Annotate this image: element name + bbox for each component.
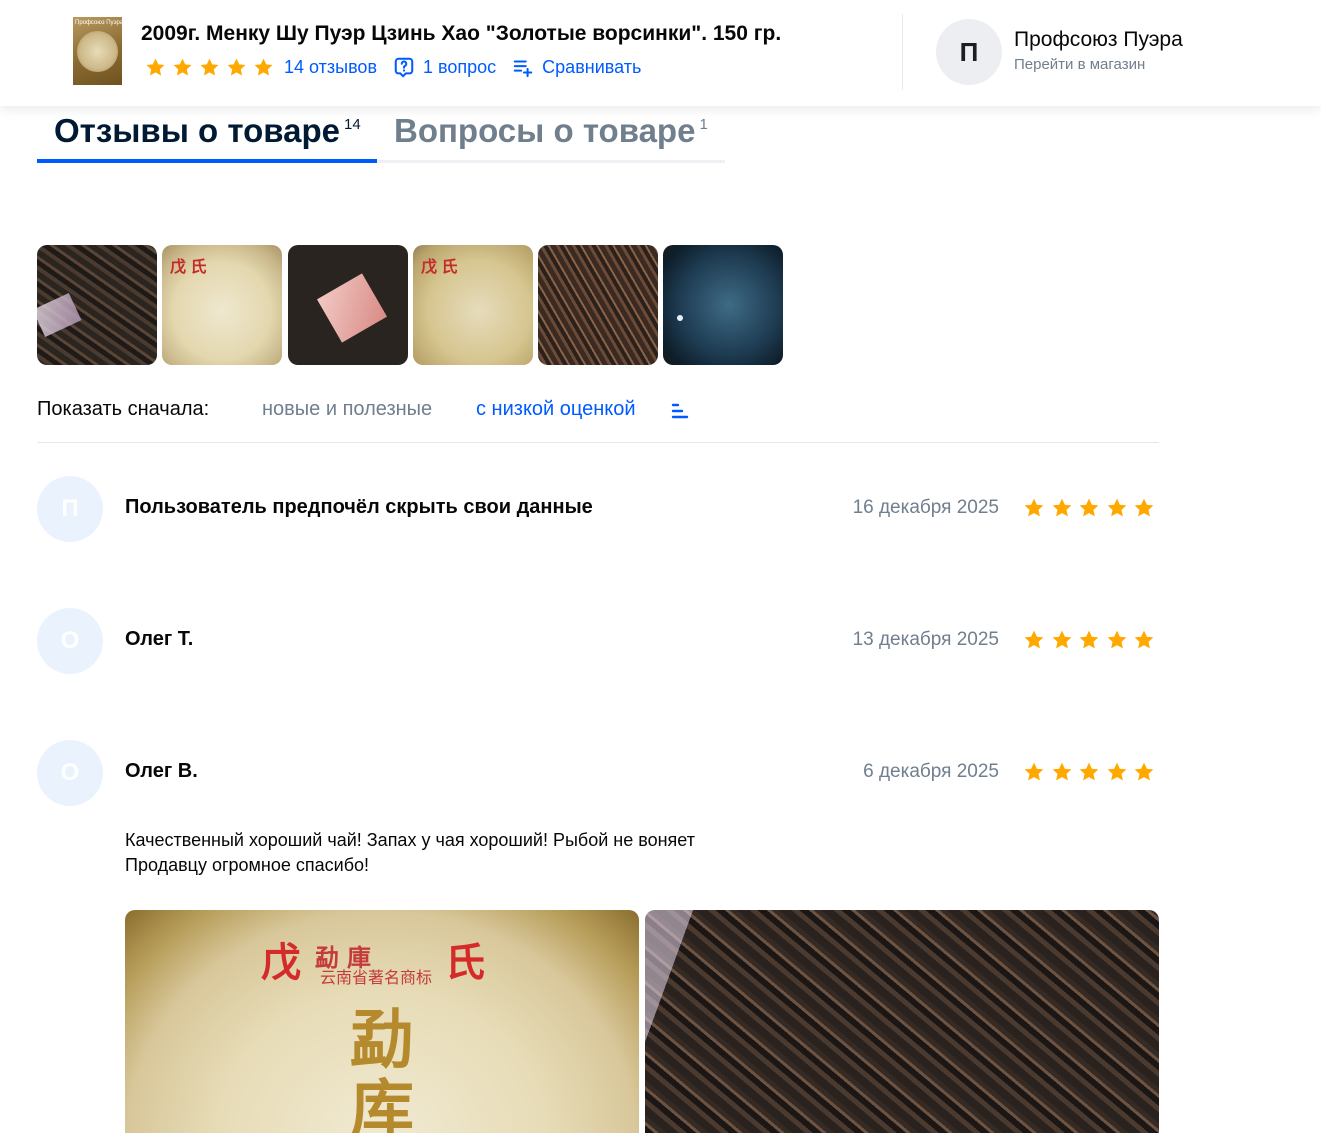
photo-label: 戊 氏 bbox=[170, 259, 207, 276]
question-icon bbox=[393, 56, 415, 78]
review-photo-thumbnail[interactable] bbox=[288, 245, 408, 365]
reviewer-name[interactable]: Олег Т. bbox=[125, 628, 193, 651]
review-text: Качественный хороший чай! Запах у чая хо… bbox=[125, 828, 825, 878]
review-photo-thumbnail[interactable]: 戊 氏 bbox=[413, 245, 533, 365]
star-icon bbox=[145, 57, 166, 78]
review-text-line: Продавцу огромное спасибо! bbox=[125, 855, 370, 875]
store-name[interactable]: Профсоюз Пуэра bbox=[1014, 28, 1183, 52]
sort-label: Показать сначала: bbox=[37, 398, 210, 420]
star-icon bbox=[1133, 629, 1155, 651]
photo-label: 戊 氏 bbox=[421, 259, 458, 276]
photo-label: 勐 库 bbox=[350, 1004, 414, 1133]
product-thumbnail[interactable]: Профсоюз Пуэра bbox=[73, 17, 124, 85]
active-tab-indicator bbox=[37, 159, 377, 163]
review-rating-stars bbox=[1023, 761, 1161, 783]
star-icon bbox=[253, 57, 274, 78]
star-icon bbox=[1023, 761, 1045, 783]
tab-questions-label: Вопросы о товаре bbox=[394, 112, 696, 149]
product-meta-row: 14 отзывов 1 вопрос Сравнивать bbox=[145, 55, 641, 79]
sort-ascending-icon[interactable] bbox=[671, 403, 689, 419]
star-icon bbox=[1133, 761, 1155, 783]
reviewer-avatar[interactable]: П bbox=[37, 476, 103, 542]
review-date: 13 декабря 2025 bbox=[852, 629, 999, 650]
star-icon bbox=[1106, 761, 1128, 783]
review-date: 6 декабря 2025 bbox=[863, 761, 999, 782]
review-date: 16 декабря 2025 bbox=[852, 497, 999, 518]
review-photo-thumbnail[interactable] bbox=[538, 245, 658, 365]
star-icon bbox=[1078, 629, 1100, 651]
review-rating-stars bbox=[1023, 629, 1161, 651]
tab-reviews-count: 14 bbox=[343, 116, 361, 133]
star-icon bbox=[199, 57, 220, 78]
tab-questions[interactable]: Вопросы о товаре 1 bbox=[394, 112, 708, 150]
star-icon bbox=[1051, 497, 1073, 519]
reviewer-name[interactable]: Олег В. bbox=[125, 760, 198, 783]
star-icon bbox=[1078, 761, 1100, 783]
star-icon bbox=[1023, 497, 1045, 519]
review-photo[interactable]: 戊 勐庫 氏 云南省著名商标 勐 库 bbox=[125, 910, 639, 1133]
star-icon bbox=[1133, 497, 1155, 519]
star-icon bbox=[1078, 497, 1100, 519]
store-avatar[interactable]: П bbox=[936, 19, 1002, 85]
star-icon bbox=[1051, 761, 1073, 783]
sort-option-helpful[interactable]: новые и полезные bbox=[262, 398, 432, 421]
product-header: Профсоюз Пуэра 2009г. Менку Шу Пуэр Цзин… bbox=[0, 0, 1321, 106]
sort-divider bbox=[37, 442, 1159, 443]
product-rating-stars[interactable] bbox=[145, 57, 280, 78]
star-icon bbox=[172, 57, 193, 78]
compare-link[interactable]: Сравнивать bbox=[542, 57, 641, 78]
photo-label: 氏 bbox=[445, 941, 485, 985]
star-icon bbox=[1051, 629, 1073, 651]
tab-questions-count: 1 bbox=[699, 116, 708, 133]
star-icon bbox=[1023, 629, 1045, 651]
sort-option-low-rating[interactable]: с низкой оценкой bbox=[476, 398, 636, 421]
reviewer-name[interactable]: Пользователь предпочёл скрыть свои данны… bbox=[125, 496, 593, 519]
review-photo[interactable] bbox=[645, 910, 1159, 1133]
reviewer-avatar[interactable]: О bbox=[37, 740, 103, 806]
questions-count-link[interactable]: 1 вопрос bbox=[423, 57, 496, 78]
header-divider bbox=[902, 14, 903, 90]
thumbnail-label: Профсоюз Пуэра bbox=[75, 20, 124, 26]
review-photo-thumbnail[interactable] bbox=[663, 245, 783, 365]
tab-reviews[interactable]: Отзывы о товаре 14 bbox=[54, 112, 361, 150]
review-rating-stars bbox=[1023, 497, 1161, 519]
reviews-count-link[interactable]: 14 отзывов bbox=[284, 57, 377, 78]
photo-label: 戊 bbox=[261, 941, 301, 985]
star-icon bbox=[1106, 629, 1128, 651]
reviewer-avatar[interactable]: О bbox=[37, 608, 103, 674]
tab-reviews-label: Отзывы о товаре bbox=[54, 112, 340, 149]
product-title[interactable]: 2009г. Менку Шу Пуэр Цзинь Хао "Золотые … bbox=[141, 22, 781, 46]
go-to-store-link[interactable]: Перейти в магазин bbox=[1014, 56, 1145, 73]
photo-label: 云南省著名商标 bbox=[320, 970, 433, 987]
star-icon bbox=[1106, 497, 1128, 519]
review-photo-thumbnail[interactable] bbox=[37, 245, 157, 365]
review-photo-thumbnail[interactable]: 戊 氏 bbox=[162, 245, 282, 365]
star-icon bbox=[226, 57, 247, 78]
review-text-line: Качественный хороший чай! Запах у чая хо… bbox=[125, 830, 695, 850]
compare-icon bbox=[512, 56, 534, 78]
